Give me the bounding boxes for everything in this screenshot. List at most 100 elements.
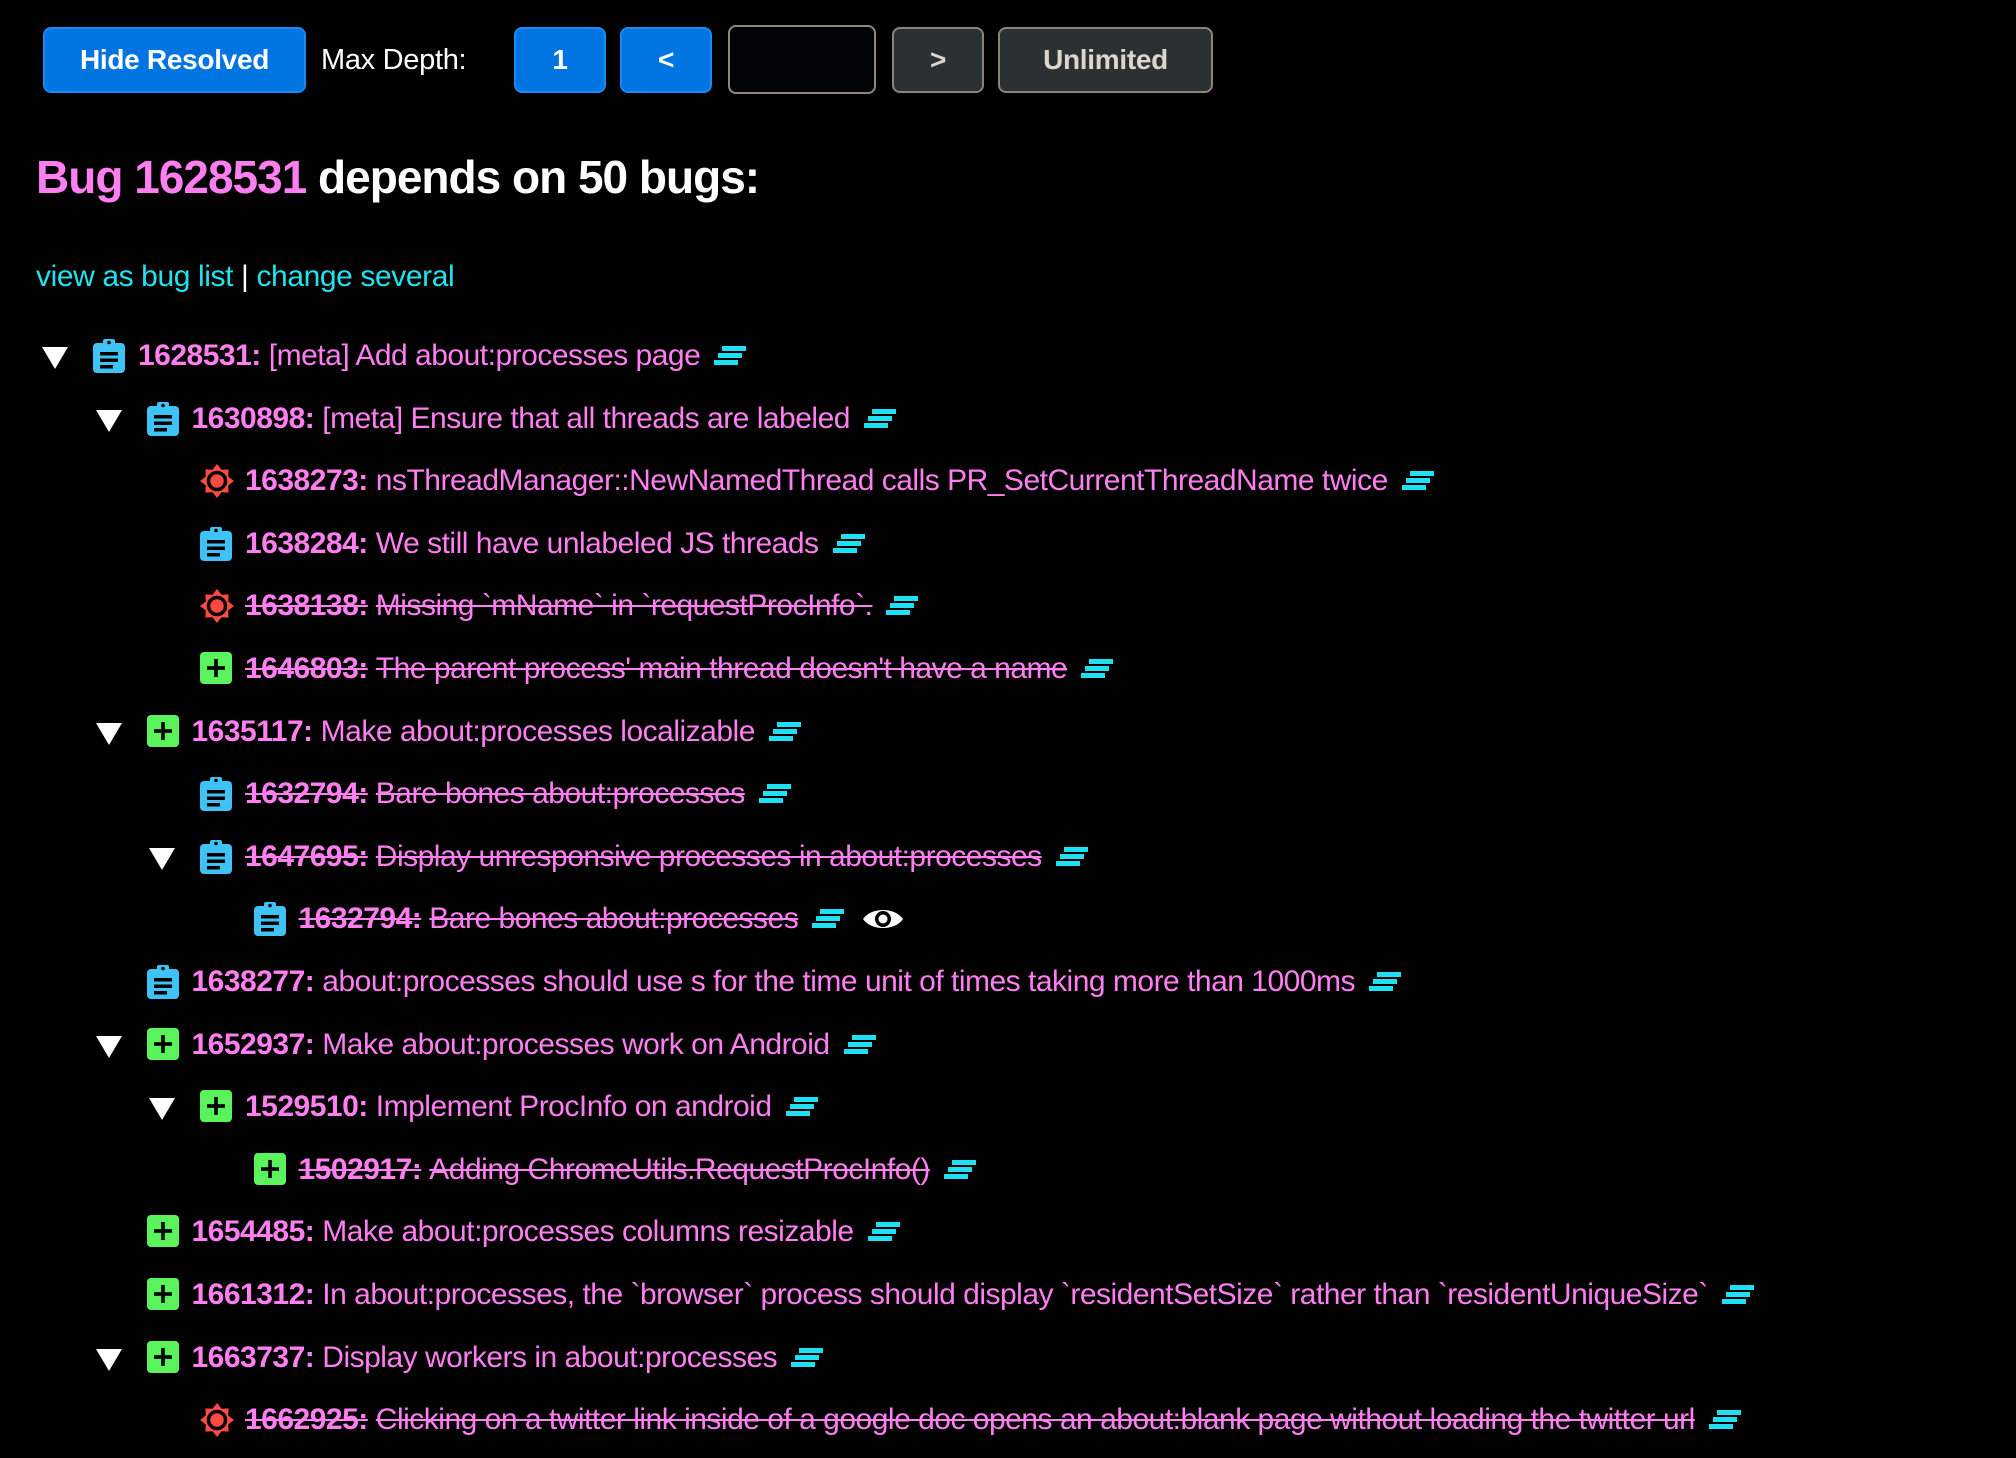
bug-link[interactable]: 1632794: Bare bones about:processes	[245, 777, 745, 811]
bug-details-icon[interactable]	[758, 783, 791, 805]
bug-id: 1654485:	[191, 1215, 315, 1248]
bug-details-icon[interactable]	[812, 908, 845, 930]
enhancement-plus-icon	[199, 651, 233, 687]
hide-resolved-button[interactable]: Hide Resolved	[43, 27, 306, 93]
unlimited-depth-button[interactable]: Unlimited	[998, 27, 1213, 93]
tree-row: 1652937: Make about:processes work on And…	[0, 1021, 2016, 1069]
task-clipboard-icon	[199, 839, 233, 875]
bug-details-icon[interactable]	[1721, 1284, 1754, 1306]
bug-entry: 1663737: Display workers in about:process…	[192, 1334, 824, 1382]
bug-link[interactable]: 1630898: [meta] Ensure that all threads a…	[191, 402, 851, 436]
bug-id: 1630898:	[191, 402, 315, 435]
bug-details-icon[interactable]	[886, 595, 919, 617]
bug-summary: Adding ChromeUtils.RequestProcInfo()	[429, 1153, 930, 1186]
enhancement-plus-icon	[253, 1152, 287, 1188]
bug-details-icon[interactable]	[867, 1221, 900, 1243]
bug-link[interactable]: 1628531: [meta] Add about:processes page	[138, 339, 701, 373]
bug-details-icon[interactable]	[1401, 470, 1434, 492]
bug-details-icon[interactable]	[863, 408, 896, 430]
bug-summary: Display unresponsive processes in about:…	[375, 840, 1042, 873]
collapse-toggle-icon[interactable]	[149, 848, 175, 870]
bug-details-icon[interactable]	[1369, 971, 1402, 993]
eye-icon[interactable]	[862, 905, 904, 933]
bug-id: 1662925:	[245, 1403, 368, 1436]
bug-summary: Make about:processes columns resizable	[322, 1215, 854, 1248]
collapse-toggle-icon[interactable]	[95, 1036, 122, 1058]
collapse-toggle-icon[interactable]	[95, 723, 122, 745]
action-links: view as bug list | change several	[36, 260, 455, 294]
defect-bug-icon	[199, 588, 234, 624]
bug-summary: Make about:processes work on Android	[322, 1028, 830, 1061]
bug-link[interactable]: 1638284: We still have unlabeled JS threa…	[245, 527, 819, 561]
task-clipboard-icon	[146, 964, 180, 1000]
bug-details-icon[interactable]	[714, 345, 747, 367]
task-clipboard-icon	[146, 401, 180, 437]
task-clipboard-icon	[199, 526, 233, 562]
enhancement-plus-icon	[146, 1277, 180, 1313]
bug-entry: 1630898: [meta] Ensure that all threads a…	[192, 395, 896, 443]
bug-summary: We still have unlabeled JS threads	[375, 527, 819, 560]
bug-link[interactable]: 1663737: Display workers in about:process…	[192, 1341, 778, 1375]
tree-row: 1662925: Clicking on a twitter link insid…	[0, 1396, 2016, 1444]
bug-entry: 1638284: We still have unlabeled JS threa…	[245, 520, 865, 568]
toolbar: Hide Resolved Max Depth: 1 < > Unlimited	[0, 0, 2016, 120]
bug-details-icon[interactable]	[943, 1159, 976, 1181]
collapse-toggle-icon[interactable]	[95, 410, 122, 432]
bug-summary: nsThreadManager::NewNamedThread calls PR…	[375, 464, 1388, 497]
tree-row: 1638284: We still have unlabeled JS threa…	[0, 520, 2016, 568]
bug-link[interactable]: 1654485: Make about:processes columns res…	[191, 1215, 855, 1249]
bug-link[interactable]: 1646803: The parent process' main thread …	[245, 652, 1068, 686]
bug-id: 1635117:	[191, 715, 314, 748]
bug-link[interactable]: 1647695: Display unresponsive processes i…	[245, 840, 1042, 874]
bug-id: 1647695:	[245, 840, 368, 873]
bug-link[interactable]: 1638138: Missing `mName` in `requestProcI…	[245, 589, 873, 623]
bug-id: 1502917:	[298, 1153, 422, 1186]
bug-link[interactable]: 1662925: Clicking on a twitter link insid…	[245, 1403, 1695, 1437]
task-clipboard-icon	[199, 776, 233, 812]
collapse-toggle-icon[interactable]	[42, 347, 68, 369]
tree-row: 1647695: Display unresponsive processes i…	[0, 833, 2016, 881]
collapse-toggle-icon[interactable]	[149, 1098, 175, 1120]
defect-bug-icon	[199, 1402, 234, 1438]
tree-row: 1632794: Bare bones about:processes	[0, 895, 2016, 943]
bug-link[interactable]: 1638273: nsThreadManager::NewNamedThread …	[245, 464, 1388, 498]
bug-link[interactable]: 1502917: Adding ChromeUtils.RequestProcIn…	[298, 1153, 931, 1187]
bug-details-icon[interactable]	[791, 1347, 824, 1369]
collapse-toggle-icon[interactable]	[95, 1349, 122, 1371]
change-several-link[interactable]: change several	[256, 260, 454, 293]
bug-id: 1663737:	[191, 1341, 315, 1374]
enhancement-plus-icon	[146, 714, 180, 750]
bug-details-icon[interactable]	[785, 1096, 818, 1118]
bug-entry: 1654485: Make about:processes columns res…	[192, 1208, 900, 1256]
tree-row: 1628531: [meta] Add about:processes page	[0, 332, 2016, 380]
bug-details-icon[interactable]	[1081, 658, 1114, 680]
bug-link[interactable]: 1661312: In about:processes, the `browser…	[192, 1278, 1709, 1312]
max-depth-label: Max Depth:	[321, 43, 467, 76]
view-as-bug-list-link[interactable]: view as bug list	[36, 260, 233, 293]
bug-summary: about:processes should use s for the tim…	[322, 965, 1356, 998]
bug-summary: Bare bones about:processes	[375, 777, 745, 810]
bug-link[interactable]: 1529510: Implement ProcInfo on android	[245, 1090, 772, 1124]
enhancement-plus-icon	[146, 1027, 180, 1063]
bug-id: 1638277:	[191, 965, 315, 998]
bug-link[interactable]: 1635117: Make about:processes localizable	[191, 715, 756, 749]
max-depth-input[interactable]	[728, 25, 876, 94]
task-clipboard-icon	[253, 901, 287, 937]
bug-details-icon[interactable]	[1055, 846, 1088, 868]
tree-row: 1529510: Implement ProcInfo on android	[0, 1083, 2016, 1131]
bug-link[interactable]: 1632794: Bare bones about:processes	[299, 902, 799, 936]
root-bug-link[interactable]: Bug 1628531	[36, 151, 307, 203]
depth-one-button[interactable]: 1	[514, 27, 606, 93]
bug-details-icon[interactable]	[843, 1034, 876, 1056]
bug-details-icon[interactable]	[768, 721, 801, 743]
depth-decrease-button[interactable]: <	[620, 27, 712, 93]
bug-link[interactable]: 1652937: Make about:processes work on And…	[192, 1028, 831, 1062]
bug-details-icon[interactable]	[1708, 1409, 1741, 1431]
bug-details-icon[interactable]	[832, 533, 865, 555]
depth-increase-button[interactable]: >	[892, 27, 984, 93]
bug-id: 1529510:	[245, 1090, 368, 1123]
bug-link[interactable]: 1638277: about:processes should use s for…	[192, 965, 1356, 999]
bug-id: 1638284:	[245, 527, 368, 560]
bug-id: 1646803:	[245, 652, 368, 685]
tree-row: 1638273: nsThreadManager::NewNamedThread …	[0, 457, 2016, 505]
